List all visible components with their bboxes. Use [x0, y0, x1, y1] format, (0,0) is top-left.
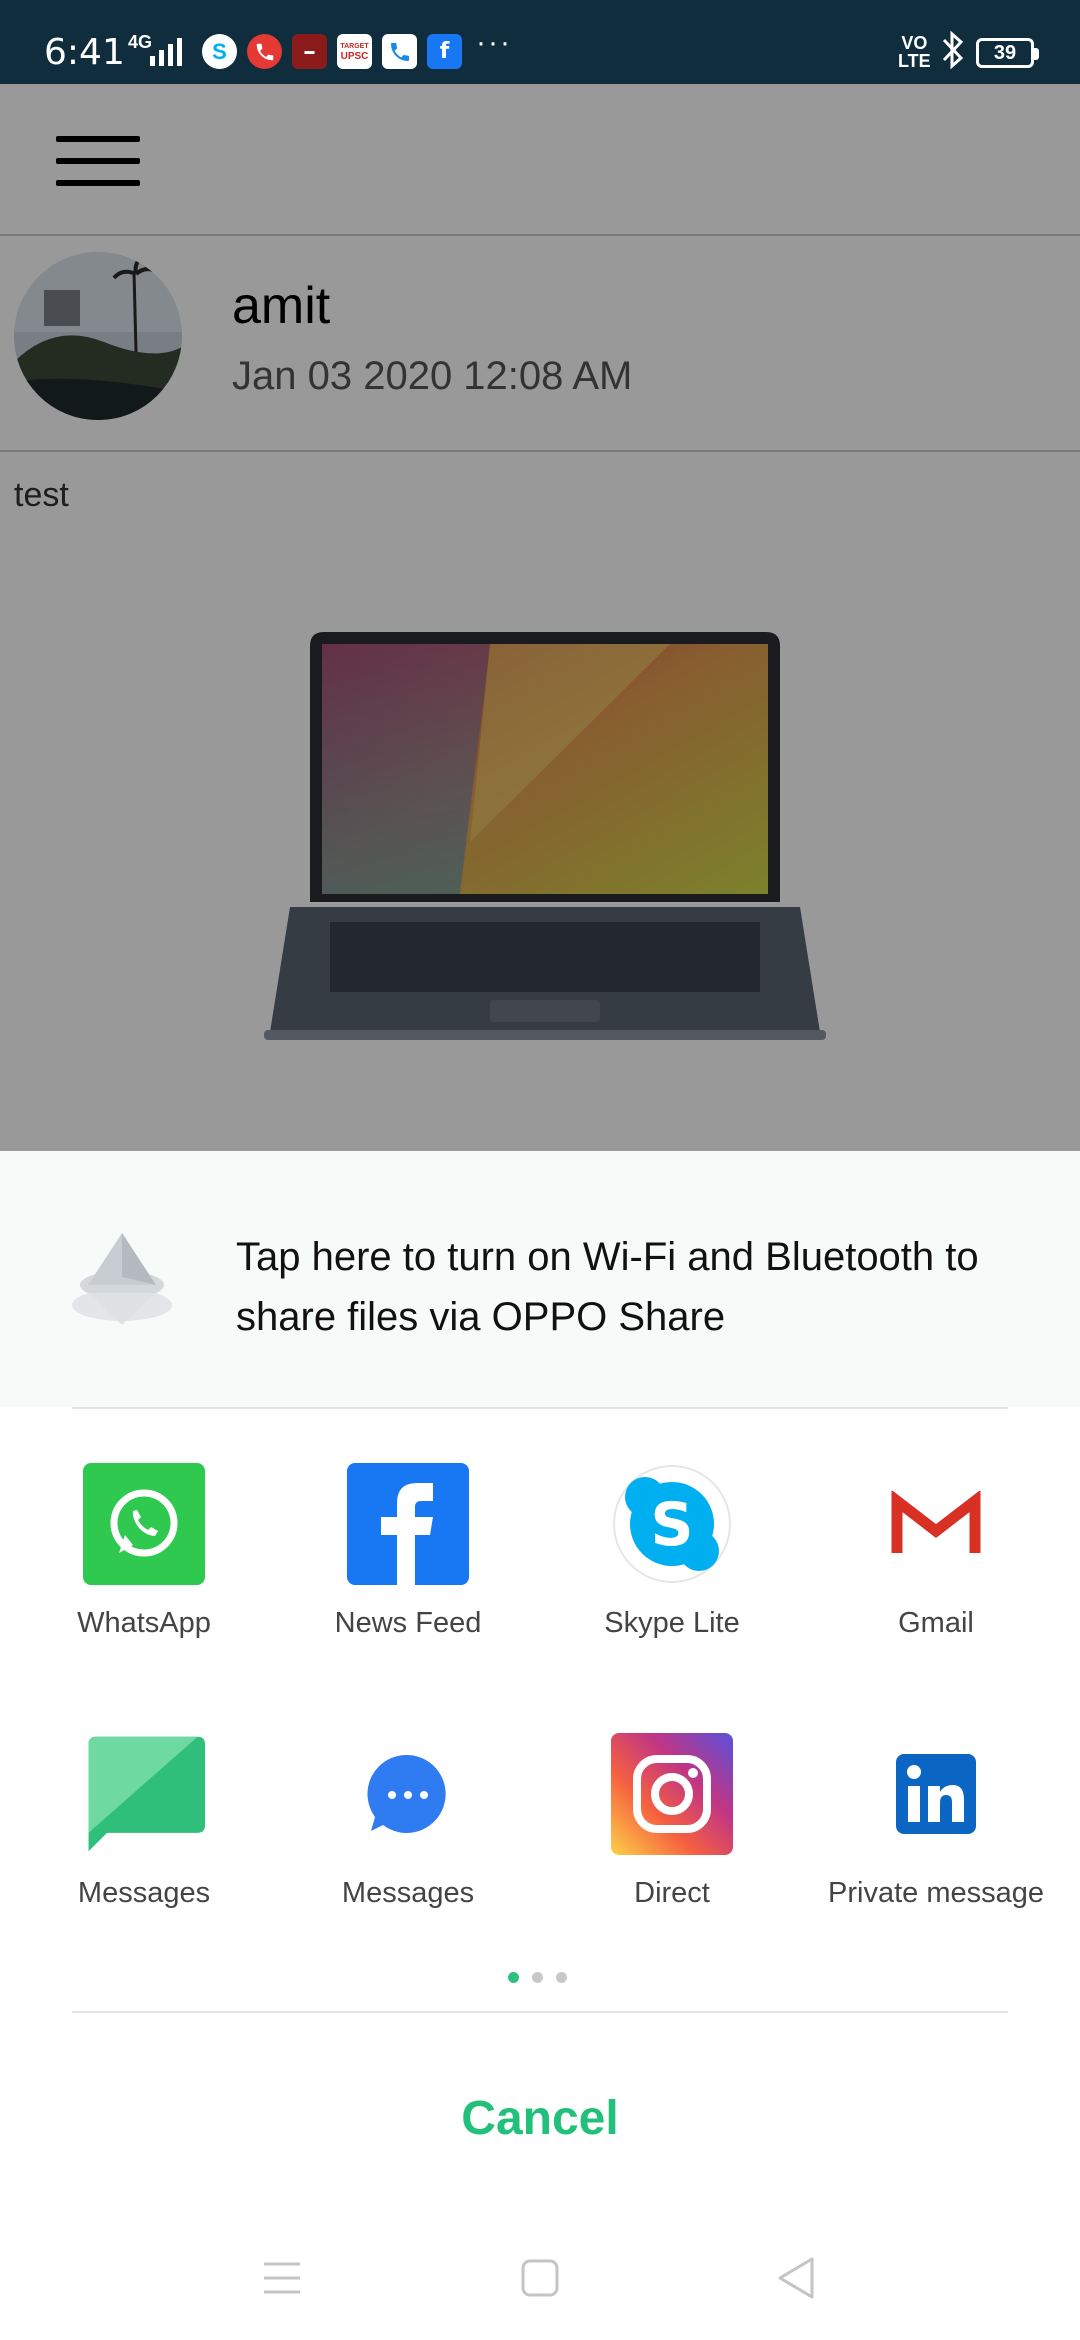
news-app-icon: ▬: [292, 34, 327, 69]
share-target-gmail[interactable]: Gmail: [801, 1463, 1071, 1640]
share-target-label: Direct: [634, 1877, 710, 1909]
share-target-label: News Feed: [334, 1607, 482, 1639]
whatsapp-icon: [83, 1463, 205, 1585]
bluetooth-icon: [940, 30, 966, 75]
page-indicator: [508, 1972, 567, 1983]
svg-text:S: S: [650, 1490, 693, 1560]
chat-bubble-icon: [347, 1733, 469, 1855]
linkedin-icon: [875, 1733, 997, 1855]
divider: [72, 2011, 1008, 2013]
share-sheet: Tap here to turn on Wi-Fi and Bluetooth …: [0, 1151, 1080, 2340]
phone-call-icon: [247, 34, 282, 69]
target-upsc-label: UPSC: [340, 50, 369, 62]
scrim[interactable]: [0, 84, 1080, 1151]
status-time: 6:41: [44, 32, 125, 73]
system-nav-bar: [0, 2220, 1080, 2340]
divider: [72, 1407, 1008, 1409]
volte-icon: VO LTE: [898, 33, 931, 71]
share-target-messages-chat[interactable]: Messages: [273, 1733, 543, 1910]
page-dot: [556, 1972, 567, 1983]
gmail-icon: [875, 1463, 997, 1585]
share-target-label: Messages: [341, 1877, 475, 1909]
share-target-label: Messages: [77, 1877, 211, 1909]
battery-icon: 39: [976, 38, 1039, 68]
more-notifications-icon: ···: [476, 26, 512, 59]
battery-level: 39: [993, 41, 1017, 64]
oppo-share-banner[interactable]: Tap here to turn on Wi-Fi and Bluetooth …: [0, 1151, 1080, 1407]
signal-icon: [150, 36, 182, 66]
skype-icon: S: [202, 34, 237, 69]
oppo-share-text: Tap here to turn on Wi-Fi and Bluetooth …: [236, 1235, 979, 1339]
messages-icon: [83, 1733, 205, 1855]
recent-apps-icon[interactable]: [242, 2248, 322, 2308]
share-target-label: Gmail: [898, 1607, 974, 1639]
page-dot: [532, 1972, 543, 1983]
page-dot-active: [508, 1972, 519, 1983]
home-icon[interactable]: [500, 2248, 580, 2308]
status-bar: 6:41 4G S ▬ TARGET UPSC f ··· VO LTE 39: [0, 0, 1080, 84]
share-target-skype-lite[interactable]: S Skype Lite: [537, 1463, 807, 1640]
oppo-share-icon: [70, 1233, 174, 1330]
target-upsc-icon: TARGET UPSC: [337, 34, 372, 69]
share-target-whatsapp[interactable]: WhatsApp: [9, 1463, 279, 1640]
facebook-icon: [347, 1463, 469, 1585]
share-target-label: Private message: [828, 1877, 1044, 1909]
share-target-direct[interactable]: Direct: [537, 1733, 807, 1910]
share-target-messages[interactable]: Messages: [9, 1733, 279, 1910]
network-type: 4G: [128, 32, 153, 52]
instagram-icon: [611, 1733, 733, 1855]
skype-icon: S: [611, 1463, 733, 1585]
share-target-label: WhatsApp: [77, 1607, 211, 1639]
share-target-label: Skype Lite: [604, 1607, 740, 1639]
facebook-icon: f: [427, 34, 462, 69]
share-target-news-feed[interactable]: News Feed: [273, 1463, 543, 1640]
share-target-private-message[interactable]: Private message: [801, 1733, 1071, 1910]
back-icon[interactable]: [756, 2248, 836, 2308]
phone-icon: [382, 34, 417, 69]
cancel-button[interactable]: Cancel: [340, 2063, 740, 2173]
